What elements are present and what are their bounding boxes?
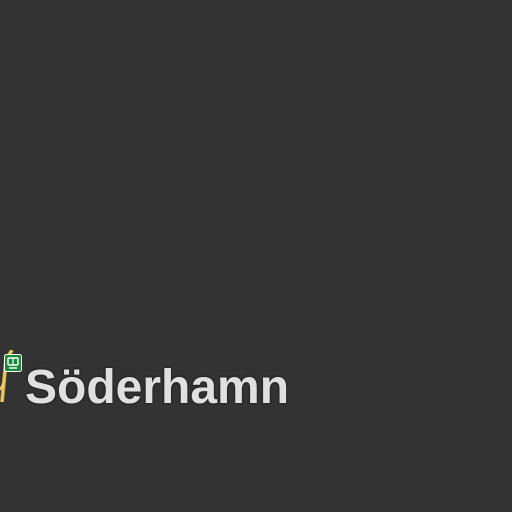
train-station-icon[interactable] [4,354,22,372]
map-canvas[interactable]: Söderhamn [0,0,512,512]
place-label-soderhamn[interactable]: Söderhamn [25,358,289,418]
